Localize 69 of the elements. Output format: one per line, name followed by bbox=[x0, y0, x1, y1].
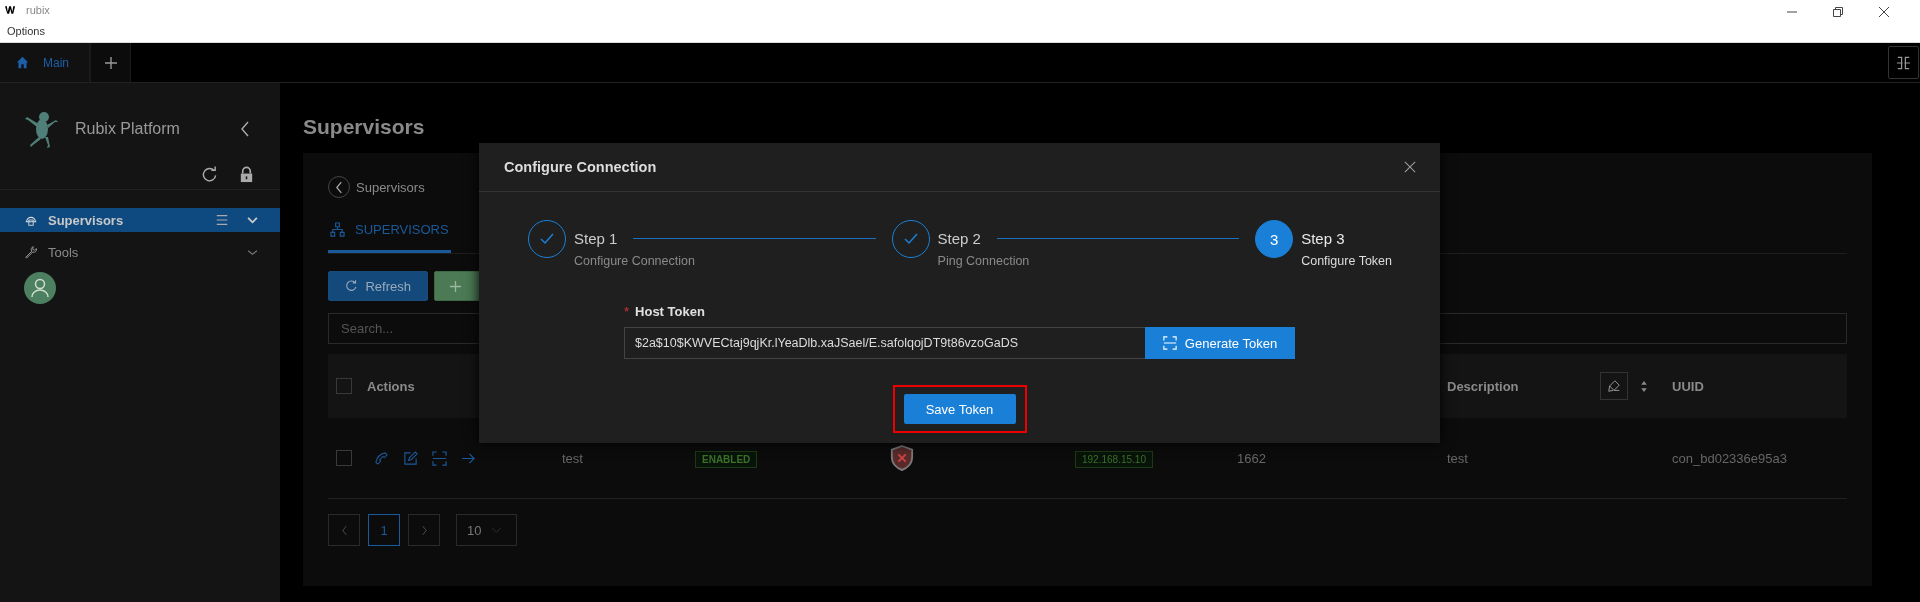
sidebar-item[interactable]: Tools bbox=[0, 240, 280, 264]
edit-icon[interactable] bbox=[403, 450, 418, 466]
column-header: Actions bbox=[366, 378, 416, 394]
sidebar-item[interactable]: Supervisors bbox=[0, 208, 280, 232]
table-cell-text: test bbox=[1446, 450, 1469, 466]
step-title: Step 1 bbox=[574, 229, 618, 247]
token-field[interactable]: $2a$10$KWVECtaj9qjKr.lYeaDlb.xaJSael/E.safolqojDT9t86vzoGaDS bbox=[624, 327, 1145, 359]
caret-icon bbox=[491, 526, 503, 534]
chevron-down-icon bbox=[247, 248, 258, 256]
table-cell-text: test bbox=[561, 450, 584, 466]
checkbox[interactable] bbox=[336, 450, 352, 466]
lock-icon[interactable] bbox=[238, 165, 255, 183]
close-icon[interactable] bbox=[1404, 161, 1416, 173]
menu-item[interactable]: Options bbox=[7, 25, 45, 37]
step-subtitle: Ping Connection bbox=[937, 254, 1031, 268]
save-token-button[interactable]: Save Token bbox=[903, 394, 1016, 424]
column-header: Description bbox=[1446, 378, 1520, 394]
brand-name: Rubix Platform bbox=[75, 120, 180, 138]
window-title: rubix bbox=[26, 4, 50, 16]
split-view-button[interactable] bbox=[1888, 46, 1919, 79]
plus-icon bbox=[103, 55, 118, 70]
scan-icon[interactable] bbox=[432, 450, 447, 466]
address-tag: 192.168.15.10 bbox=[1075, 451, 1153, 468]
breadcrumb: Supervisors bbox=[356, 179, 425, 195]
shield-x-icon bbox=[890, 445, 914, 471]
menu-icon[interactable] bbox=[215, 213, 229, 227]
reload-icon[interactable] bbox=[201, 165, 218, 183]
chevron-down-icon bbox=[247, 216, 258, 224]
step-title: Step 2 bbox=[937, 229, 981, 247]
eraser-icon bbox=[1607, 379, 1621, 393]
step-title: Step 3 bbox=[1301, 229, 1345, 247]
filter-button[interactable] bbox=[1600, 372, 1628, 400]
field-label: Host Token bbox=[635, 304, 705, 319]
wrench-icon bbox=[24, 245, 38, 259]
reload-icon bbox=[345, 279, 358, 293]
check-icon bbox=[902, 231, 919, 247]
table-cell-text: 1662 bbox=[1236, 450, 1267, 466]
status-tag: ENABLED bbox=[695, 451, 758, 468]
restore-button[interactable] bbox=[1832, 6, 1844, 18]
refresh-button[interactable]: Refresh bbox=[328, 271, 428, 301]
chevron-left-icon bbox=[340, 524, 348, 536]
phone-icon[interactable] bbox=[374, 450, 389, 466]
required-mark: * bbox=[624, 304, 630, 319]
hierarchy-icon bbox=[330, 222, 345, 237]
home-icon bbox=[16, 56, 29, 69]
app-logo-icon bbox=[5, 5, 16, 15]
new-tab-button[interactable] bbox=[91, 43, 131, 82]
checkbox[interactable] bbox=[336, 378, 352, 394]
avatar-icon[interactable] bbox=[24, 272, 56, 304]
step-subtitle: Configure Token bbox=[1301, 254, 1392, 268]
page-tab[interactable]: SUPERVISORS bbox=[328, 209, 451, 253]
collapse-icon[interactable] bbox=[240, 121, 250, 137]
app-tab[interactable]: Main bbox=[0, 43, 91, 82]
step-indicator: 3 bbox=[1255, 220, 1294, 258]
check-icon bbox=[539, 231, 555, 247]
generate-token-button[interactable]: Generate Token bbox=[1145, 327, 1295, 359]
sort-icon[interactable] bbox=[1640, 379, 1648, 393]
page-size-select[interactable]: 10 bbox=[456, 514, 517, 546]
dialog-title: Configure Connection bbox=[504, 159, 657, 175]
step-subtitle: Configure Connection bbox=[574, 254, 696, 268]
column-header: UUID bbox=[1671, 378, 1705, 394]
scan-icon bbox=[1162, 336, 1177, 350]
chevron-left-icon bbox=[334, 180, 344, 194]
page-title: Supervisors bbox=[303, 114, 426, 140]
table-cell-text: con_bd02336e95a3 bbox=[1671, 450, 1788, 466]
close-button[interactable] bbox=[1878, 6, 1890, 18]
chevron-right-icon bbox=[420, 524, 428, 536]
page-button[interactable]: 1 bbox=[368, 514, 400, 546]
plus-icon bbox=[449, 279, 462, 293]
